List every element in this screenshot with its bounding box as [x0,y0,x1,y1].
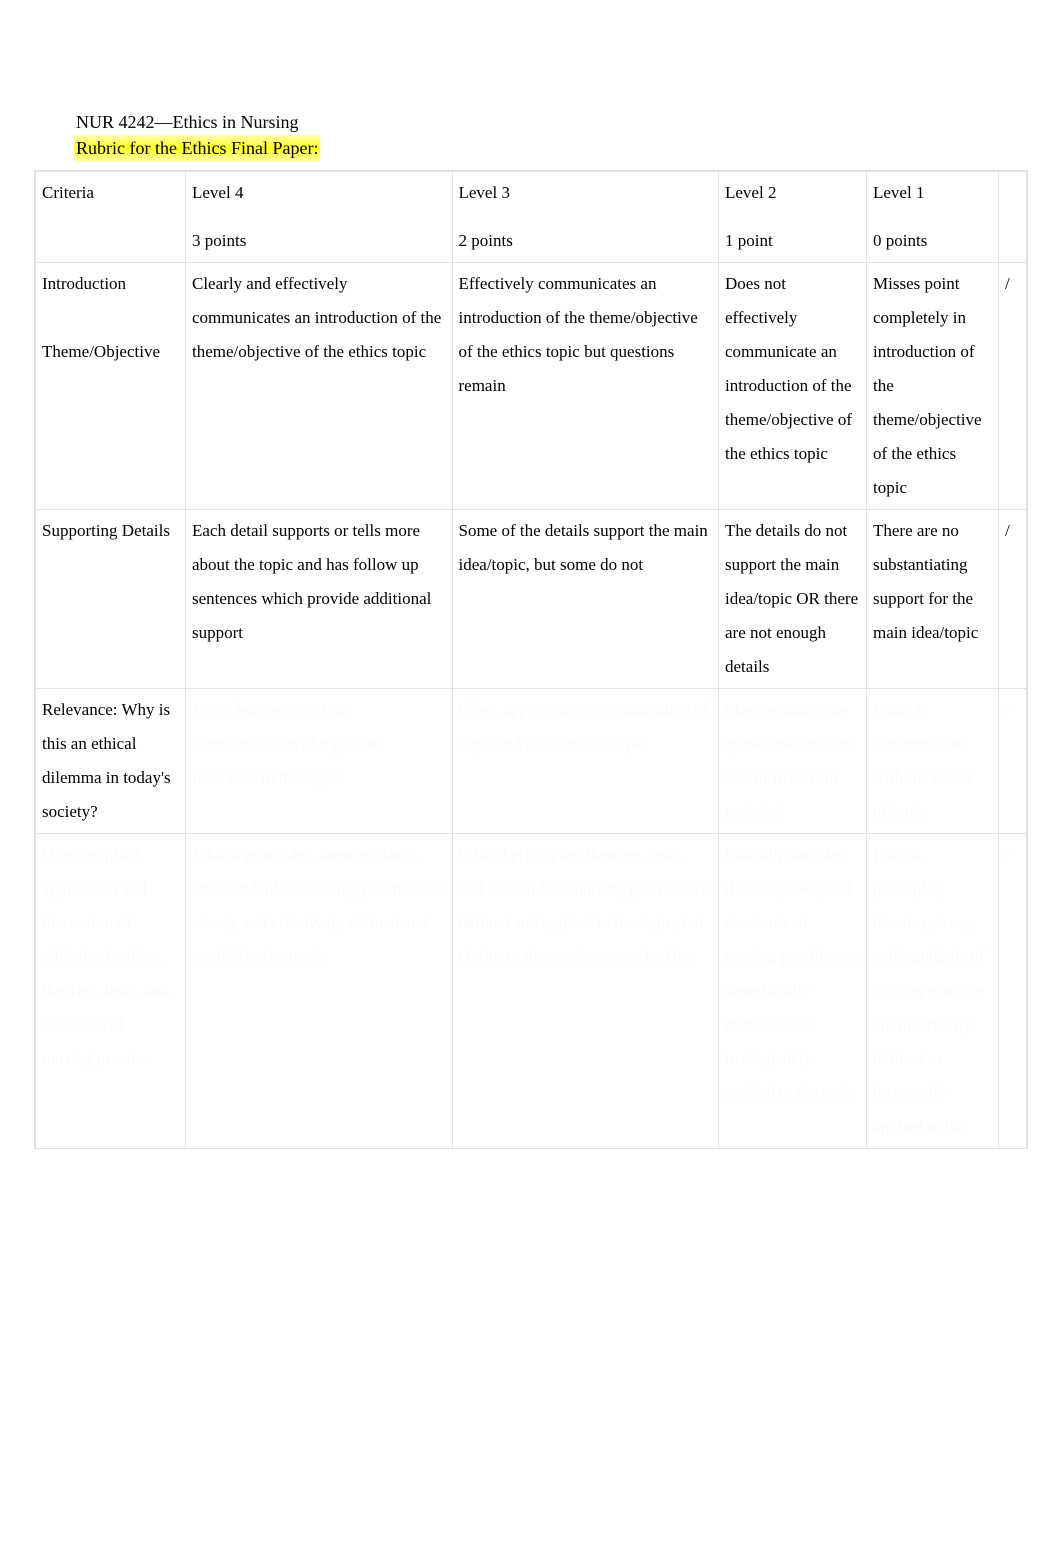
level3-cell: Effectively communicates an introduction… [452,263,719,510]
course-title: NUR 4242—Ethics in Nursing [74,110,1028,135]
document-header: NUR 4242—Ethics in Nursing Rubric for th… [74,110,1028,162]
score-cell: / [999,834,1027,1149]
level2-cell: Does not effectively communicate an intr… [719,263,867,510]
header-level-4: Level 4 3 points [186,172,453,263]
table-row: Introduction Theme/Objective Clearly and… [36,263,1027,510]
level1-cell: There are no substantiating support for … [867,510,999,689]
document-page: NUR 4242—Ethics in Nursing Rubric for th… [0,0,1062,1149]
header-level-2: Level 2 1 point [719,172,867,263]
table-row: Direct explicit application and discussi… [36,834,1027,1149]
level1-cell: Cannot communicate with the basics of to… [867,689,999,834]
rubric-title: Rubric for the Ethics Final Paper: [74,135,320,162]
header-level-1: Level 1 0 points [867,172,999,263]
criteria-cell: Supporting Details [36,510,186,689]
level2-cell: Ethical principles, theories, laws, and … [719,834,867,1149]
score-cell: / [999,263,1027,510]
level3-cell: Clear, appropriate communication of topi… [452,689,719,834]
header-score [999,172,1027,263]
level3-cell: Some of the details support the main ide… [452,510,719,689]
criteria-cell: Introduction Theme/Objective [36,263,186,510]
header-level-3: Level 3 2 points [452,172,719,263]
level4-cell: Very clear, appropriate communication of… [186,689,453,834]
table-row: Supporting Details Each detail supports … [36,510,1027,689]
table-header-row: Criteria Level 4 3 points Level 3 2 poin… [36,172,1027,263]
criteria-cell: Direct explicit application and discussi… [36,834,186,1149]
rubric-table-wrapper: Criteria Level 4 3 points Level 3 2 poin… [34,170,1028,1149]
score-cell: / [999,689,1027,834]
level1-cell: Ethical principles, theories, laws, and … [867,834,999,1149]
level4-cell: Each detail supports or tells more about… [186,510,453,689]
level4-cell: Ethical principles, theories, laws, and … [186,834,453,1149]
score-cell: / [999,510,1027,689]
rubric-table: Criteria Level 4 3 points Level 3 2 poin… [35,171,1027,1149]
level4-cell: Clearly and effectively communicates an … [186,263,453,510]
level1-cell: Misses point completely in introduction … [867,263,999,510]
level2-cell: May remain some questions/concerns and/o… [719,689,867,834]
criteria-cell: Relevance: Why is this an ethical dilemm… [36,689,186,834]
level3-cell: Ethical principles, theories, laws, and … [452,834,719,1149]
header-criteria: Criteria [36,172,186,263]
level2-cell: The details do not support the main idea… [719,510,867,689]
table-row: Relevance: Why is this an ethical dilemm… [36,689,1027,834]
